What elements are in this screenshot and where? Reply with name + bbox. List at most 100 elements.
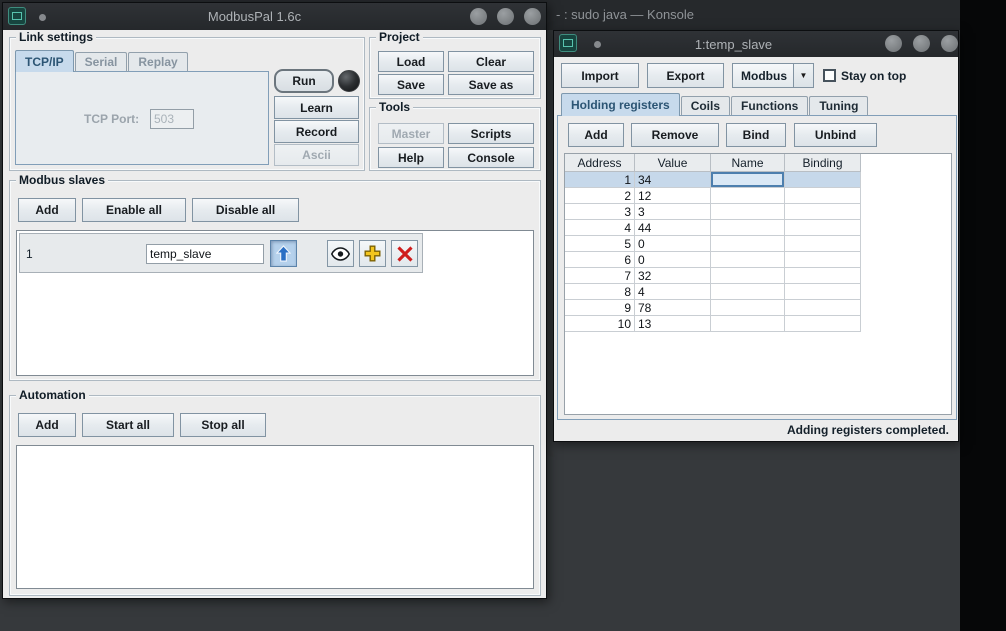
slave-delete-button[interactable]: [391, 240, 418, 267]
tab-replay[interactable]: Replay: [128, 52, 187, 72]
automation-add-button[interactable]: Add: [18, 413, 76, 437]
enable-all-button[interactable]: Enable all: [82, 198, 186, 222]
registers-table: Address Value Name Binding 1 34 2 12: [565, 154, 861, 332]
stay-on-top-checkbox[interactable]: [823, 69, 836, 82]
slave-window-icon: [559, 34, 577, 52]
address-cell[interactable]: 1: [565, 172, 635, 188]
table-row: 8 4: [565, 284, 861, 300]
name-cell[interactable]: [711, 284, 785, 300]
tab-tcpip[interactable]: TCP/IP: [15, 50, 74, 72]
tcp-port-field[interactable]: [150, 109, 194, 129]
column-header-address[interactable]: Address: [565, 154, 635, 172]
slave-add-button[interactable]: Add: [18, 198, 76, 222]
master-button[interactable]: Master: [378, 123, 444, 144]
load-button[interactable]: Load: [378, 51, 444, 72]
column-header-binding[interactable]: Binding: [785, 154, 861, 172]
close-button[interactable]: [524, 8, 541, 25]
mode-combobox-value: Modbus: [733, 64, 793, 87]
disable-all-button[interactable]: Disable all: [192, 198, 299, 222]
binding-cell[interactable]: [785, 204, 861, 220]
maximize-button[interactable]: [913, 35, 930, 52]
slave-enabled-toggle[interactable]: [270, 240, 297, 267]
column-header-name[interactable]: Name: [711, 154, 785, 172]
address-cell[interactable]: 6: [565, 252, 635, 268]
name-cell[interactable]: [711, 316, 785, 332]
table-row: 9 78: [565, 300, 861, 316]
value-cell[interactable]: 3: [635, 204, 711, 220]
name-cell[interactable]: [711, 188, 785, 204]
slave-duplicate-button[interactable]: [359, 240, 386, 267]
name-cell[interactable]: [711, 252, 785, 268]
value-cell[interactable]: 4: [635, 284, 711, 300]
address-cell[interactable]: 4: [565, 220, 635, 236]
binding-cell[interactable]: [785, 236, 861, 252]
register-remove-button[interactable]: Remove: [631, 123, 719, 147]
binding-cell[interactable]: [785, 252, 861, 268]
value-cell[interactable]: 34: [635, 172, 711, 188]
save-as-button[interactable]: Save as: [448, 74, 534, 95]
tcp-port-label: TCP Port:: [84, 112, 139, 126]
mode-combobox[interactable]: Modbus ▼: [732, 63, 814, 88]
address-cell[interactable]: 5: [565, 236, 635, 252]
clear-button[interactable]: Clear: [448, 51, 534, 72]
delete-x-icon: [397, 246, 413, 262]
value-cell[interactable]: 44: [635, 220, 711, 236]
register-unbind-button[interactable]: Unbind: [794, 123, 877, 147]
register-add-button[interactable]: Add: [568, 123, 624, 147]
slave-view-button[interactable]: [327, 240, 354, 267]
help-button[interactable]: Help: [378, 147, 444, 168]
link-tabs: TCP/IP Serial Replay: [15, 50, 189, 72]
binding-cell[interactable]: [785, 316, 861, 332]
save-button[interactable]: Save: [378, 74, 444, 95]
tab-tuning[interactable]: Tuning: [809, 96, 868, 116]
record-button[interactable]: Record: [274, 120, 359, 143]
maximize-button[interactable]: [497, 8, 514, 25]
value-cell[interactable]: 13: [635, 316, 711, 332]
address-cell[interactable]: 8: [565, 284, 635, 300]
learn-button[interactable]: Learn: [274, 96, 359, 119]
address-cell[interactable]: 2: [565, 188, 635, 204]
name-cell[interactable]: [711, 268, 785, 284]
name-cell[interactable]: [711, 204, 785, 220]
name-cell[interactable]: [711, 172, 785, 188]
tab-serial[interactable]: Serial: [75, 52, 128, 72]
stop-all-button[interactable]: Stop all: [180, 413, 266, 437]
eye-icon: [331, 247, 350, 261]
binding-cell[interactable]: [785, 172, 861, 188]
ascii-button[interactable]: Ascii: [274, 144, 359, 166]
name-cell[interactable]: [711, 236, 785, 252]
address-cell[interactable]: 9: [565, 300, 635, 316]
register-bind-button[interactable]: Bind: [726, 123, 786, 147]
value-cell[interactable]: 0: [635, 236, 711, 252]
tab-coils[interactable]: Coils: [681, 96, 730, 116]
value-cell[interactable]: 78: [635, 300, 711, 316]
slave-name-field[interactable]: [146, 244, 264, 264]
minimize-button[interactable]: [885, 35, 902, 52]
name-cell[interactable]: [711, 220, 785, 236]
scripts-button[interactable]: Scripts: [448, 123, 534, 144]
tools-group: Tools Master Scripts Help Console: [369, 107, 541, 171]
console-button[interactable]: Console: [448, 147, 534, 168]
value-cell[interactable]: 12: [635, 188, 711, 204]
binding-cell[interactable]: [785, 300, 861, 316]
value-cell[interactable]: 32: [635, 268, 711, 284]
value-cell[interactable]: 0: [635, 252, 711, 268]
modbus-slaves-title: Modbus slaves: [16, 173, 108, 187]
address-cell[interactable]: 3: [565, 204, 635, 220]
tab-holding-registers[interactable]: Holding registers: [561, 93, 680, 116]
binding-cell[interactable]: [785, 220, 861, 236]
address-cell[interactable]: 7: [565, 268, 635, 284]
close-button[interactable]: [941, 35, 958, 52]
column-header-value[interactable]: Value: [635, 154, 711, 172]
binding-cell[interactable]: [785, 268, 861, 284]
export-button[interactable]: Export: [647, 63, 724, 88]
tab-functions[interactable]: Functions: [731, 96, 808, 116]
name-cell[interactable]: [711, 300, 785, 316]
start-all-button[interactable]: Start all: [82, 413, 174, 437]
binding-cell[interactable]: [785, 284, 861, 300]
minimize-button[interactable]: [470, 8, 487, 25]
address-cell[interactable]: 10: [565, 316, 635, 332]
binding-cell[interactable]: [785, 188, 861, 204]
run-button[interactable]: Run: [274, 69, 334, 93]
import-button[interactable]: Import: [561, 63, 639, 88]
